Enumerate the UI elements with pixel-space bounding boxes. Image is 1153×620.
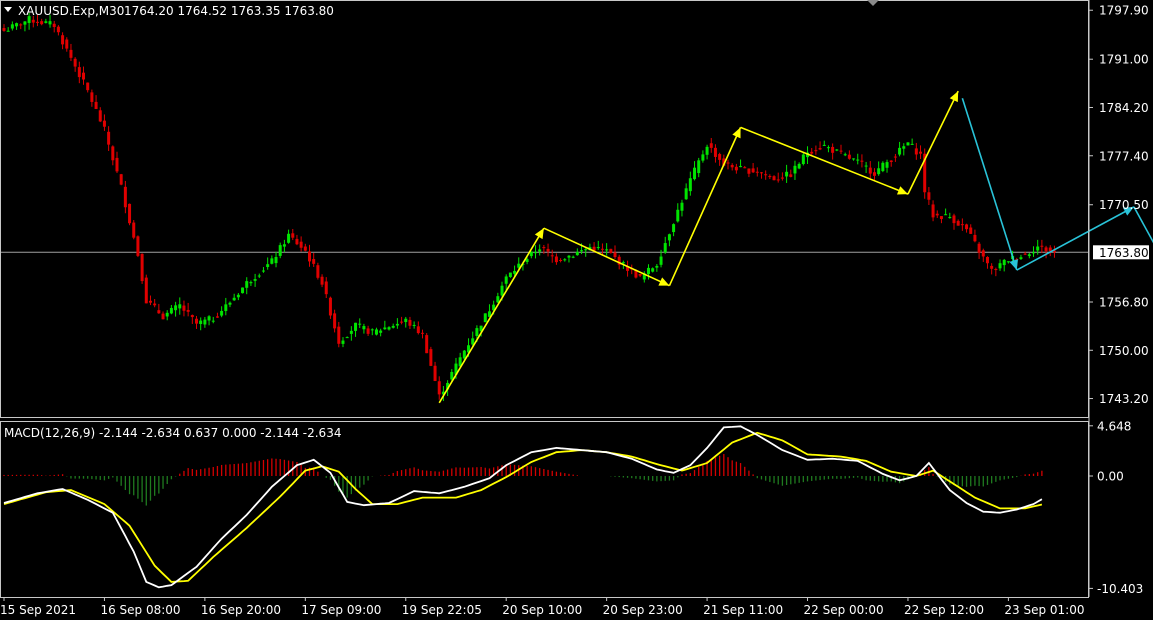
price-tick-label: 1770.50 (1099, 198, 1149, 212)
time-tick-label: 21 Sep 11:00 (703, 603, 783, 617)
time-tick-label: 16 Sep 20:00 (201, 603, 281, 617)
candle (144, 274, 148, 304)
price-tick-label: 1756.80 (1099, 295, 1149, 309)
macd-tick-label: 0.00 (1097, 470, 1124, 484)
candle (316, 262, 320, 280)
time-tick-label: 22 Sep 12:00 (904, 603, 984, 617)
candle (425, 333, 429, 354)
candle (609, 248, 613, 254)
time-tick-label: 20 Sep 23:00 (603, 603, 683, 617)
time-tick-label: 23 Sep 01:00 (1004, 603, 1084, 617)
time-tick-label: 19 Sep 22:05 (402, 603, 482, 617)
candle (429, 346, 433, 367)
symbol-label: XAUUSD.Exp,M30 (18, 4, 124, 18)
macd-tick-label: 4.648 (1097, 419, 1131, 433)
candle (241, 287, 245, 294)
price-tick-label: 1750.00 (1099, 344, 1149, 358)
candle (906, 142, 910, 146)
current-price-tag: 1763.80 (1093, 245, 1149, 260)
price-tick-label: 1777.40 (1099, 149, 1149, 163)
candle (128, 203, 132, 226)
candle (140, 253, 144, 284)
time-tick-label: 20 Sep 10:00 (502, 603, 582, 617)
candle (483, 313, 487, 323)
time-tick-label: 16 Sep 08:00 (100, 603, 180, 617)
current-price-value: 1763.80 (1099, 246, 1149, 260)
candle (119, 173, 123, 186)
trading-chart[interactable]: XAUUSD.Exp,M30 1764.20 1764.52 1763.35 1… (0, 0, 1153, 620)
price-tick-label: 1797.90 (1099, 4, 1149, 18)
price-tick-label: 1784.20 (1099, 101, 1149, 115)
price-tick-label: 1743.20 (1099, 392, 1149, 406)
macd-label: MACD(12,26,9) -2.144 -2.634 0.637 0.000 … (4, 426, 341, 440)
candle (132, 220, 136, 240)
price-tick-label: 1791.00 (1099, 53, 1149, 67)
time-tick-label: 22 Sep 00:00 (804, 603, 884, 617)
time-tick-label: 15 Sep 2021 (0, 603, 76, 617)
ohlc-values: 1764.20 1764.52 1763.35 1763.80 (124, 4, 334, 18)
macd-tick-label: -10.403 (1097, 582, 1143, 596)
candle (881, 161, 885, 173)
candle (136, 235, 140, 258)
time-tick-label: 17 Sep 09:00 (301, 603, 381, 617)
